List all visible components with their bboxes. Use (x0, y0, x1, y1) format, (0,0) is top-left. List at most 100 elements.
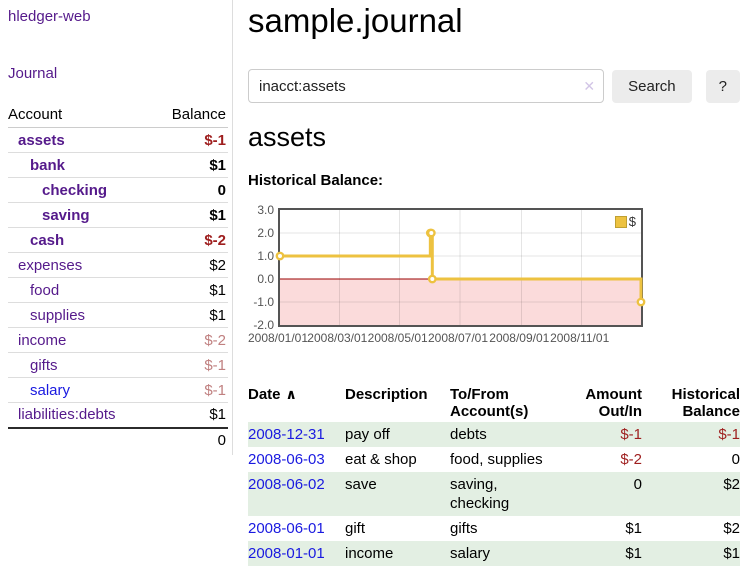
transaction-description: income (345, 541, 450, 566)
transaction-balance: $2 (642, 472, 740, 516)
account-balance: $1 (152, 403, 228, 428)
account-row: assets $-1 (8, 128, 228, 153)
register-header-description: Description (345, 384, 450, 422)
y-tick-label: 0.0 (257, 272, 274, 286)
transaction-date-link[interactable]: 2008-06-03 (248, 451, 325, 468)
sort-ascending-icon: ∧ (286, 386, 297, 402)
account-row: bank $1 (8, 153, 228, 178)
account-balance: $-2 (152, 228, 228, 253)
account-balance: $-1 (152, 378, 228, 403)
transaction-description: gift (345, 516, 450, 541)
account-link[interactable]: cash (8, 232, 64, 249)
table-row: 2008-01-01 income salary $1 $1 (248, 541, 740, 566)
account-heading: assets (248, 122, 740, 153)
account-link[interactable]: gifts (8, 357, 58, 374)
search-button[interactable]: Search (612, 70, 692, 103)
register-table-body: 2008-12-31 pay off debts $-1 $-1 2008-06… (248, 422, 740, 566)
account-row: checking 0 (8, 178, 228, 203)
account-link[interactable]: salary (8, 382, 70, 399)
account-row: supplies $1 (8, 303, 228, 328)
x-tick-label: 2008/05/01 (368, 331, 428, 345)
transaction-accounts: debts (450, 422, 562, 447)
account-link[interactable]: bank (8, 157, 65, 174)
transaction-balance: $2 (642, 516, 740, 541)
page-title: sample.journal (248, 2, 740, 40)
main-content: sample.journal ✕ Search ? assets Histori… (248, 0, 740, 566)
search-box: ✕ (248, 69, 604, 103)
y-tick-label: 3.0 (257, 203, 274, 217)
chart-y-axis: 3.02.01.00.0-1.0-2.0 (248, 210, 274, 325)
accounts-table: Account Balance assets $-1 bank $1 check… (8, 102, 228, 453)
account-link[interactable]: saving (8, 207, 90, 224)
register-header-accounts: To/From Account(s) (450, 384, 562, 422)
x-tick-label: 2008/11/01 (550, 331, 609, 345)
y-tick-label: 1.0 (257, 249, 274, 263)
transaction-description: eat & shop (345, 447, 450, 472)
register-header-balance: Historical Balance (642, 384, 740, 422)
account-link[interactable]: supplies (8, 307, 85, 324)
transaction-date-link[interactable]: 2008-01-01 (248, 545, 325, 562)
transaction-description: save (345, 472, 450, 516)
clear-search-icon[interactable]: ✕ (583, 77, 595, 95)
account-link[interactable]: food (8, 282, 59, 299)
account-row: salary $-1 (8, 378, 228, 403)
transaction-date-link[interactable]: 2008-06-01 (248, 520, 325, 537)
accounts-total-row: 0 (8, 428, 228, 453)
accounts-header-row: Account Balance (8, 102, 228, 128)
sidebar: hledger-web Journal Account Balance asse… (0, 0, 233, 455)
account-balance: $1 (152, 278, 228, 303)
transaction-amount: $-1 (562, 422, 642, 447)
legend-swatch-icon (615, 216, 627, 228)
search-input[interactable] (248, 69, 604, 103)
account-row: food $1 (8, 278, 228, 303)
account-balance: $2 (152, 253, 228, 278)
transaction-balance: $1 (642, 541, 740, 566)
transaction-date-link[interactable]: 2008-06-02 (248, 476, 325, 493)
chart-legend: $ (613, 213, 638, 230)
account-row: liabilities:debts $1 (8, 403, 228, 428)
account-link[interactable]: assets (8, 132, 65, 149)
x-tick-label: 2008/03/01 (307, 331, 367, 345)
account-link[interactable]: liabilities:debts (8, 406, 116, 423)
account-balance: $1 (152, 303, 228, 328)
account-row: gifts $-1 (8, 353, 228, 378)
help-button[interactable]: ? (706, 70, 740, 103)
x-tick-label: 2008/01/01 (248, 331, 308, 345)
account-balance: $-1 (152, 353, 228, 378)
accounts-total-value: 0 (152, 428, 228, 453)
accounts-table-body: assets $-1 bank $1 checking 0 saving $1 … (8, 128, 228, 428)
account-row: income $-2 (8, 328, 228, 353)
transaction-balance: $-1 (642, 422, 740, 447)
accounts-total-spacer (8, 428, 152, 453)
journal-link[interactable]: Journal (8, 65, 228, 82)
transaction-accounts: gifts (450, 516, 562, 541)
y-tick-label: -2.0 (253, 318, 274, 332)
account-row: expenses $2 (8, 253, 228, 278)
transaction-date-link[interactable]: 2008-12-31 (248, 426, 325, 443)
account-row: saving $1 (8, 203, 228, 228)
transaction-accounts: salary (450, 541, 562, 566)
register-table: Date∧ Description To/From Account(s) Amo… (248, 384, 740, 566)
transaction-description: pay off (345, 422, 450, 447)
table-row: 2008-06-02 save saving, checking 0 $2 (248, 472, 740, 516)
transaction-amount: $-2 (562, 447, 642, 472)
chart-canvas (280, 210, 641, 325)
transaction-accounts: food, supplies (450, 447, 562, 472)
account-balance: $-1 (152, 128, 228, 153)
register-header-row: Date∧ Description To/From Account(s) Amo… (248, 384, 740, 422)
y-tick-label: -1.0 (253, 295, 274, 309)
account-balance: 0 (152, 178, 228, 203)
x-tick-label: 2008/09/01 (489, 331, 549, 345)
account-link[interactable]: income (8, 332, 66, 349)
accounts-header-balance: Balance (152, 102, 228, 128)
chart-plot: $ (278, 208, 643, 327)
search-form: ✕ Search ? (248, 69, 740, 103)
account-link[interactable]: checking (8, 182, 107, 199)
account-balance: $1 (152, 153, 228, 178)
brand-link[interactable]: hledger-web (8, 8, 228, 25)
register-header-date[interactable]: Date∧ (248, 384, 345, 422)
account-link[interactable]: expenses (8, 257, 82, 274)
transaction-accounts: saving, checking (450, 472, 562, 516)
transaction-balance: 0 (642, 447, 740, 472)
transaction-amount: $1 (562, 516, 642, 541)
